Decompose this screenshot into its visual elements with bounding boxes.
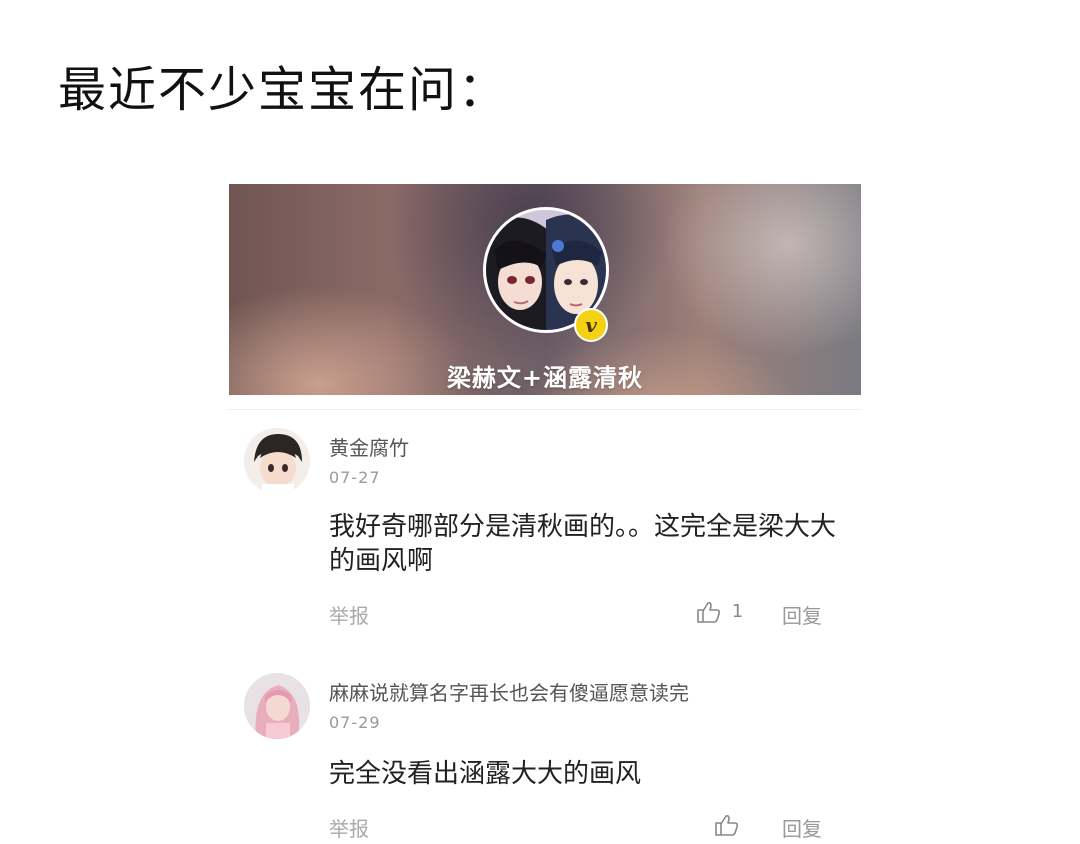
comment-username[interactable]: 麻麻说就算名字再长也会有傻逼愿意读完 [329,677,689,706]
verified-badge-icon: v [574,308,608,342]
thumbs-up-icon [715,815,739,836]
reply-button[interactable]: 回复 [782,600,822,629]
like-count: 1 [731,601,744,622]
like-button[interactable] [714,813,740,837]
user-avatar[interactable] [244,673,310,739]
comment-text: 我好奇哪部分是清秋画的。。这完全是梁大大的画风啊 [329,512,837,576]
pink-hair-girl-avatar-icon [244,673,310,739]
user-avatar[interactable] [244,428,310,494]
comment-item: 麻麻说就算名字再长也会有傻逼愿意读完 07-29 完全没看出涵露大大的画风 举报… [244,673,844,843]
comment-date: 07-27 [329,468,381,487]
comment-text: 完全没看出涵露大大的画风 [329,759,642,789]
report-button[interactable]: 举报 [329,600,369,629]
report-button[interactable]: 举报 [329,813,369,842]
thumbs-up-icon [697,602,721,623]
anime-boy-avatar-icon [244,428,310,494]
comment-item: 黄金腐竹 07-27 我好奇哪部分是清秋画的。。这完全是梁大大的画风啊 举报 1… [244,428,844,638]
comment-username[interactable]: 黄金腐竹 [329,432,409,461]
reply-button[interactable]: 回复 [782,813,822,842]
headline: 最近不少宝宝在问： [58,62,509,118]
like-button[interactable]: 1 [696,600,743,624]
comment-date: 07-29 [329,713,381,732]
divider [229,409,861,410]
profile-banner: v 梁赫文+涵露清秋 [229,184,861,395]
profile-title[interactable]: 梁赫文+涵露清秋 [229,358,861,393]
